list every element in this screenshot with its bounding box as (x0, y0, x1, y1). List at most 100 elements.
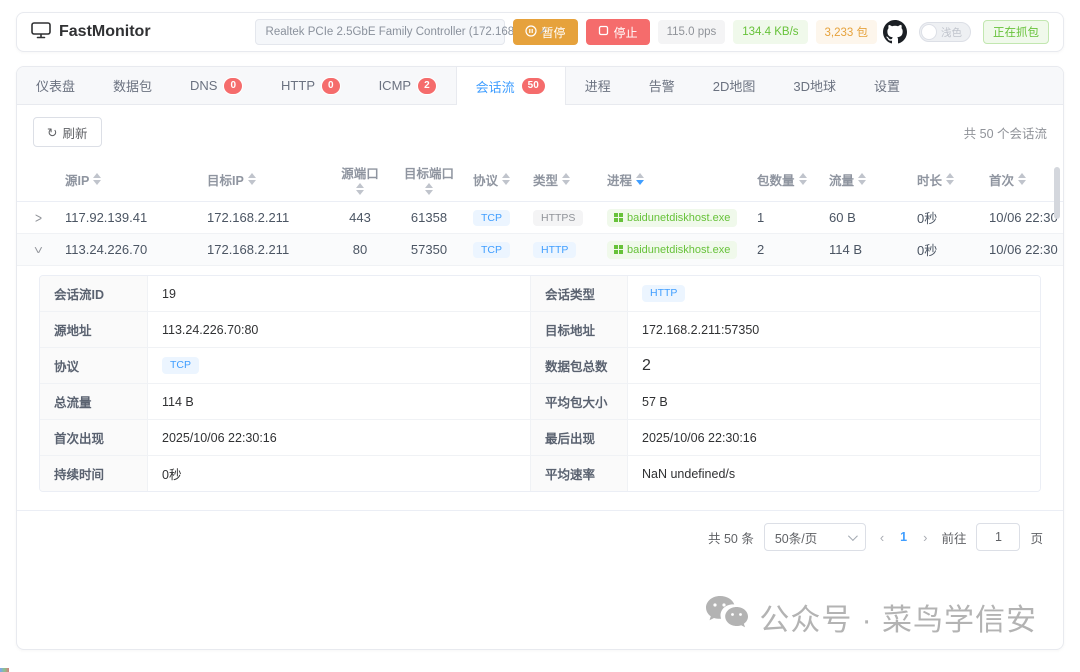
tab-count-badge: 0 (321, 77, 341, 95)
detail-label: 平均速率 (530, 456, 628, 491)
pps-badge: 115.0 pps (658, 20, 726, 44)
col-dst-port[interactable]: 目标端口 (391, 159, 467, 199)
src-port-cell: 80 (329, 242, 391, 257)
col-src-ip[interactable]: 源IP (59, 166, 201, 193)
current-page[interactable]: 1 (898, 530, 909, 544)
col-first-seen[interactable]: 首次 (983, 166, 1059, 193)
tab-icmp[interactable]: ICMP2 (360, 67, 456, 104)
process-badge: baidunetdiskhost.exe (607, 241, 737, 259)
tab-label: 3D地球 (793, 76, 836, 95)
col-traffic[interactable]: 流量 (823, 166, 911, 193)
tab-count-badge: 2 (417, 77, 437, 95)
protocol-badge: TCP (473, 242, 510, 259)
dst-ip-cell: 172.168.2.211 (201, 242, 329, 257)
tab-label: 2D地图 (713, 76, 756, 95)
protocol-badge: TCP (473, 210, 510, 227)
duration-cell: 0秒 (911, 208, 983, 227)
col-protocol[interactable]: 协议 (467, 166, 527, 193)
sort-icon (93, 173, 101, 185)
traffic-cell: 114 B (823, 242, 911, 257)
app-icon (614, 245, 623, 254)
tab-packets[interactable]: 数据包 (94, 67, 171, 104)
sort-icon (248, 173, 256, 185)
tab-flows[interactable]: 会话流 50 (456, 67, 566, 105)
col-process[interactable]: 进程 (601, 166, 751, 193)
tab-count-badge: 0 (223, 77, 243, 95)
dst-port-cell: 57350 (391, 242, 467, 257)
monitor-icon (31, 21, 51, 44)
packet-count-badge: 3,233 包 (816, 20, 877, 44)
sort-icon (1018, 173, 1026, 185)
col-label: 包数量 (757, 170, 795, 189)
detail-label: 最后出现 (530, 420, 628, 456)
col-label: 源端口 (341, 163, 379, 182)
tab-label: 仪表盘 (36, 76, 75, 95)
goto-label: 前往 (941, 528, 966, 547)
watermark: 公众号 · 菜鸟学信安 (705, 595, 1037, 639)
type-badge: HTTPS (533, 210, 583, 227)
refresh-button[interactable]: ↻ 刷新 (33, 117, 102, 147)
duration-cell: 0秒 (911, 240, 983, 259)
expand-icon[interactable]: > (27, 210, 50, 225)
sort-icon (799, 173, 807, 185)
watermark-text: 公众号 · 菜鸟学信安 (759, 595, 1037, 639)
process-badge: baidunetdiskhost.exe (607, 209, 737, 227)
sort-icon (356, 183, 364, 195)
refresh-icon: ↻ (47, 125, 57, 140)
col-label: 协议 (473, 170, 498, 189)
last-seen-value: 2025/10/06 22:30:16 (628, 420, 1040, 456)
avg-packet-size-value: 57 B (628, 384, 1040, 420)
avg-rate-value: NaN undefined/s (628, 456, 1040, 491)
col-dst-ip[interactable]: 目标IP (201, 166, 329, 193)
table-row[interactable]: > 106.226.243.35 172.168.2.211 443 60943… (17, 506, 1063, 511)
col-src-port[interactable]: 源端口 (329, 159, 391, 199)
scrollbar[interactable] (1054, 167, 1060, 219)
col-duration[interactable]: 时长 (911, 166, 983, 193)
detail-label: 持续时间 (40, 456, 148, 491)
first-seen-value: 2025/10/06 22:30:16 (148, 420, 530, 456)
prev-page-icon[interactable]: ‹ (876, 530, 888, 545)
interface-select-value: Realtek PCIe 2.5GbE Family Controller (1… (266, 26, 534, 38)
pause-button[interactable]: 暂停 (513, 19, 578, 45)
table-header: 源IP 目标IP 源端口 目标端口 协议 类型 进程 包数量 流量 时长 首次 (17, 157, 1063, 201)
tab-count-badge: 50 (521, 77, 546, 95)
tab-dns[interactable]: DNS0 (171, 67, 262, 104)
tab-label: 会话流 (476, 77, 515, 96)
page-size-value: 50条/页 (775, 528, 817, 547)
flow-id-value: 19 (148, 276, 530, 312)
tab-3d-globe[interactable]: 3D地球 (774, 67, 855, 104)
tab-alerts[interactable]: 告警 (630, 67, 694, 104)
traffic-cell: 60 B (823, 210, 911, 225)
stop-button[interactable]: 停止 (586, 19, 650, 45)
tab-dashboard[interactable]: 仪表盘 (17, 67, 94, 104)
github-icon[interactable] (883, 20, 907, 44)
collapse-icon[interactable]: > (30, 242, 47, 257)
tab-2d-map[interactable]: 2D地图 (694, 67, 775, 104)
pagination-total: 共 50 条 (708, 528, 754, 547)
packets-cell: 2 (751, 242, 823, 257)
dst-address-value: 172.168.2.211:57350 (628, 312, 1040, 348)
flow-total-text: 共 50 个会话流 (964, 123, 1047, 142)
packet-total-value: 2 (628, 348, 1040, 384)
pause-label: 暂停 (542, 24, 566, 41)
col-label: 目标端口 (404, 163, 454, 182)
toggle-knob-icon (921, 24, 937, 40)
theme-toggle-label: 浅色 (941, 25, 962, 40)
pagination: 共 50 条 50条/页 ‹ 1 › 前往 页 (17, 511, 1063, 551)
theme-toggle[interactable]: 浅色 (919, 22, 971, 42)
table-row-expanded[interactable]: > 113.24.226.70 172.168.2.211 80 57350 T… (17, 234, 1063, 266)
goto-page-input[interactable] (976, 523, 1020, 551)
col-packets[interactable]: 包数量 (751, 166, 823, 193)
protocol-badge: TCP (162, 357, 199, 374)
col-type[interactable]: 类型 (527, 166, 601, 193)
tab-processes[interactable]: 进程 (566, 67, 630, 104)
src-ip-cell: 113.24.226.70 (59, 242, 201, 257)
src-ip-cell: 117.92.139.41 (59, 210, 201, 225)
table-row[interactable]: > 117.92.139.41 172.168.2.211 443 61358 … (17, 202, 1063, 234)
page-size-select[interactable]: 50条/页 (764, 523, 866, 551)
interface-select[interactable]: Realtek PCIe 2.5GbE Family Controller (1… (255, 19, 505, 45)
tab-settings[interactable]: 设置 (855, 67, 919, 104)
tab-http[interactable]: HTTP0 (262, 67, 360, 104)
type-badge: HTTP (533, 242, 576, 259)
next-page-icon[interactable]: › (919, 530, 931, 545)
